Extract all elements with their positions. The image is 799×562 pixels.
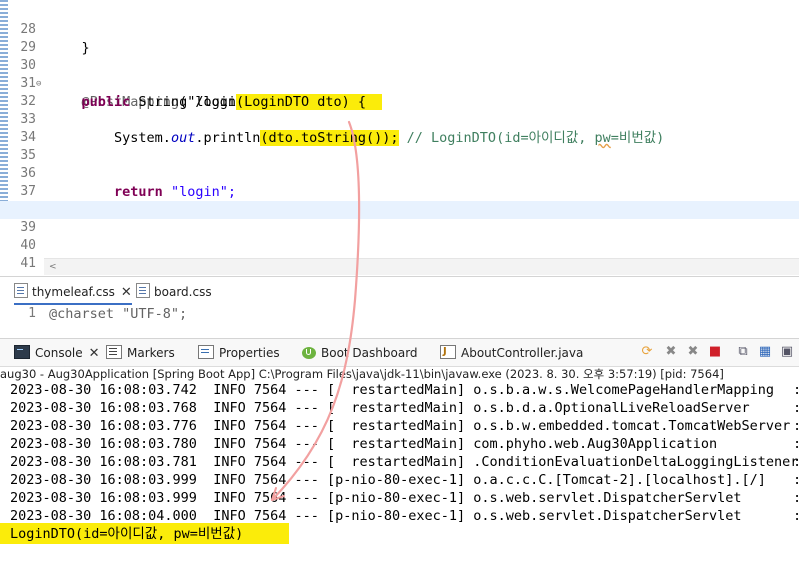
scroll-lock-icon[interactable]: ▦ (757, 344, 773, 360)
tab-label: AboutController.java (461, 346, 584, 360)
tab-label: Properties (219, 346, 280, 360)
pin-icon[interactable]: ▣ (779, 344, 795, 360)
tab-label: Markers (127, 346, 175, 360)
code-line[interactable]: 29 (0, 21, 799, 55)
code-line[interactable]: 41 (0, 237, 799, 271)
code-line[interactable]: 38 (0, 183, 799, 217)
copy-icon[interactable]: ⧉ (735, 344, 751, 360)
code-line[interactable]: 35 (0, 129, 799, 163)
markers-icon (106, 345, 122, 359)
console-toolbar: ⟳ ✖ ✖ ■ ⧉ ▦ ▣ (639, 344, 799, 362)
scroll-left-icon[interactable]: < (49, 259, 57, 275)
overflow-marker: : (793, 489, 799, 507)
close-icon[interactable]: ✕ (89, 346, 100, 361)
css-file-icon (136, 283, 150, 298)
log-line: 2023-08-30 16:08:03.780 INFO 7564 --- [ … (10, 436, 718, 452)
close-icon[interactable]: ✕ (121, 285, 132, 300)
log-line: 2023-08-30 16:08:03.742 INFO 7564 --- [ … (10, 382, 775, 398)
overflow-marker: : (793, 381, 799, 399)
tab-markers[interactable]: Markers (106, 343, 175, 363)
line-number: 1 (28, 306, 36, 321)
log-line: 2023-08-30 16:08:03.776 INFO 7564 --- [ … (10, 418, 791, 434)
console-icon (14, 345, 30, 359)
code-line[interactable]: 30 ⊖ @PostMapping("/login") (0, 39, 799, 110)
tab-console[interactable]: Console ✕ (14, 343, 100, 363)
tab-about-controller[interactable]: AboutController.java (440, 342, 584, 363)
code-line[interactable]: 31 public String login(LoginDTO dto) { (0, 57, 799, 110)
log-line: 2023-08-30 16:08:03.999 INFO 7564 --- [p… (10, 472, 766, 488)
launch-configuration-label: aug30 - Aug30Application [Spring Boot Ap… (0, 367, 724, 381)
overflow-marker: : (793, 471, 799, 489)
css-file-icon (14, 283, 28, 298)
code-text: @charset "UTF-8"; (49, 306, 188, 322)
css-code-line[interactable]: 1 @charset "UTF-8"; (0, 305, 799, 323)
tab-properties[interactable]: Properties (198, 343, 280, 363)
current-code-line[interactable]: 39 (0, 201, 799, 235)
tab-board-css[interactable]: board.css (136, 281, 212, 303)
code-line[interactable]: 32 (0, 75, 799, 109)
relaunch-icon[interactable]: ⟳ (639, 344, 655, 360)
remove-all-terminated-icon[interactable]: ✖ (685, 344, 701, 360)
properties-icon (198, 345, 214, 359)
log-line: 2023-08-30 16:08:03.768 INFO 7564 --- [ … (10, 400, 750, 416)
tab-label: thymeleaf.css (32, 285, 115, 299)
log-line: 2023-08-30 16:08:03.781 INFO 7564 --- [ … (10, 454, 799, 470)
overflow-marker: : (793, 507, 799, 525)
overflow-marker: : (793, 417, 799, 435)
code-line[interactable]: 37 } (0, 165, 799, 218)
terminate-icon[interactable]: ✖ (663, 344, 679, 360)
code-line[interactable]: 28 } (0, 3, 799, 56)
console-result-line: LoginDTO(id=아이디값, pw=비번값) (10, 526, 244, 542)
css-editor-pane[interactable]: thymeleaf.css ✕ board.css 1 @charset "UTF… (0, 276, 799, 339)
code-line[interactable]: 40 } (0, 219, 799, 272)
tab-boot-dashboard[interactable]: Boot Dashboard (302, 343, 418, 363)
tab-label: Console (35, 346, 83, 360)
tab-label: board.css (154, 285, 212, 299)
tab-thymeleaf-css[interactable]: thymeleaf.css ✕ (14, 281, 132, 305)
line-number: 41 (20, 256, 36, 271)
overflow-marker: : (793, 435, 799, 453)
java-file-icon (440, 342, 456, 362)
view-tab-bar: Console ✕ Markers Properties Boot Dashboa… (0, 339, 799, 367)
java-editor[interactable]: 28 } 29 30 ⊖ @PostMapping("/login") 31 p… (0, 0, 799, 276)
stop-icon[interactable]: ■ (707, 344, 723, 360)
overflow-marker: : (793, 399, 799, 417)
overflow-marker: : (793, 453, 799, 471)
code-line[interactable]: 36 return "login"; (0, 147, 799, 200)
code-line[interactable]: 34 (0, 111, 799, 145)
tab-label: Boot Dashboard (321, 346, 418, 360)
log-line: 2023-08-30 16:08:03.999 INFO 7564 --- [p… (10, 490, 742, 506)
boot-dashboard-icon (302, 347, 316, 359)
code-line[interactable]: 33 System.out.println(dto.toString()); /… (0, 93, 799, 146)
editor-horizontal-scrollbar[interactable]: < (44, 258, 799, 275)
